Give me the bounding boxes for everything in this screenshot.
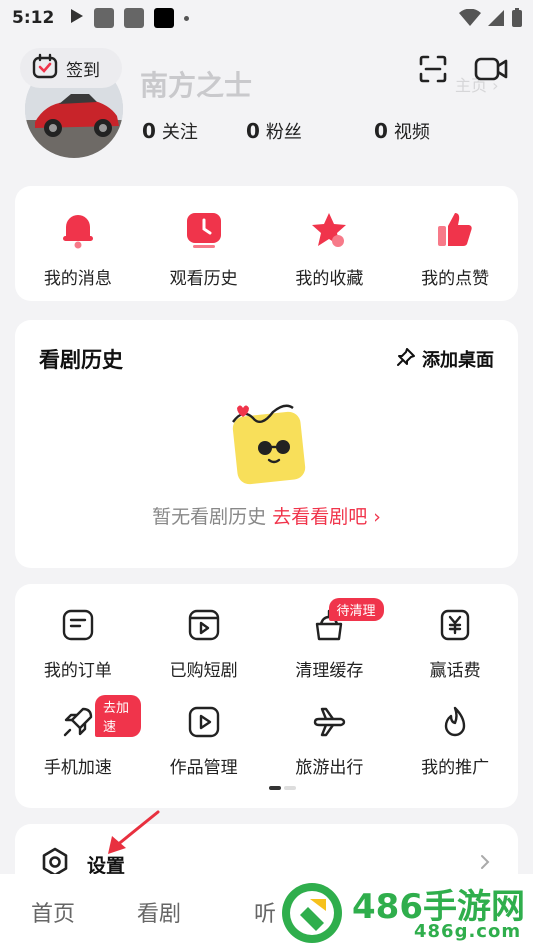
pager-dot [284,786,296,790]
empty-history-message: 暂无看剧历史 去看看剧吧 › [15,502,518,529]
notification-app-icon [154,8,175,28]
my-favorites-item[interactable]: 我的收藏 [267,186,393,301]
phone-boost-item[interactable]: 去加速 手机加速 [15,695,141,778]
username: 南方之士 [140,69,253,102]
status-bar: 5:12 [0,0,533,36]
tab-drama[interactable]: 看剧 [106,896,212,928]
calendar-check-icon [32,53,58,84]
following-stat[interactable]: 0 关注 [142,118,246,144]
annotation-arrow-icon [100,808,162,858]
empty-history-text: 暂无看剧历史 [152,506,267,528]
pager-dot-active [269,786,281,790]
profile-stats: 0 关注 0 粉丝 0 视频 [142,118,430,144]
wifi-icon [459,8,481,32]
quick-links-card: 我的消息 观看历史 我的收藏 我的点赞 [15,186,518,301]
star-icon [309,210,349,254]
watermark: 486手游网 486g.com [276,877,533,949]
followers-stat[interactable]: 0 粉丝 [246,118,374,144]
watermark-domain: 486g.com [414,921,522,942]
watermark-logo-icon [280,881,344,945]
checkin-button[interactable]: 签到 [20,48,122,88]
purchased-dramas-item[interactable]: 已购短剧 [141,608,267,681]
pin-icon [396,347,416,372]
my-promotion-item[interactable]: 我的推广 [392,705,518,778]
notification-app-icon [94,8,115,28]
boost-badge: 去加速 [95,695,141,737]
video-camera-icon[interactable] [474,54,508,84]
purchased-drama-icon [187,608,221,646]
flame-icon [438,705,472,743]
chevron-right-icon [480,854,490,870]
status-time: 5:12 [12,8,55,28]
order-icon [61,608,95,646]
tab-home[interactable]: 首页 [0,896,106,928]
checkin-label: 签到 [66,60,100,81]
clear-cache-item[interactable]: 待清理 清理缓存 [267,598,393,681]
pending-clean-badge: 待清理 [328,598,384,621]
add-to-desktop-button[interactable]: 添加桌面 [396,346,494,372]
tools-card: 我的订单 已购短剧 待清理 清理缓存 赢话费 去加速 手机加速 作品管理 旅游出… [15,584,518,808]
yuan-icon [438,608,472,646]
more-notifications-icon [184,15,190,21]
works-management-item[interactable]: 作品管理 [141,705,267,778]
watch-history-item[interactable]: 观看历史 [141,186,267,301]
my-likes-item[interactable]: 我的点赞 [392,186,518,301]
go-watch-link[interactable]: 去看看剧吧 › [272,506,381,528]
signal-icon [487,9,505,32]
win-phone-credit-item[interactable]: 赢话费 [392,608,518,681]
works-icon [187,705,221,743]
tools-pager [269,786,296,790]
battery-icon [511,8,523,33]
rocket-icon [61,705,95,743]
empty-history-illustration [229,400,309,486]
videos-stat[interactable]: 0 视频 [374,118,430,144]
play-store-icon [70,8,84,29]
thumb-up-icon [435,210,475,254]
notification-app-icon [124,8,145,28]
drama-history-card: 看剧历史 添加桌面 暂无看剧历史 去看看剧吧 › [15,320,518,568]
scan-icon[interactable] [418,54,448,84]
my-orders-item[interactable]: 我的订单 [15,608,141,681]
travel-item[interactable]: 旅游出行 [267,705,393,778]
clock-icon [184,210,224,254]
my-messages-item[interactable]: 我的消息 [15,186,141,301]
plane-icon [312,705,346,743]
history-title: 看剧历史 [39,348,123,372]
bell-icon [58,210,98,254]
